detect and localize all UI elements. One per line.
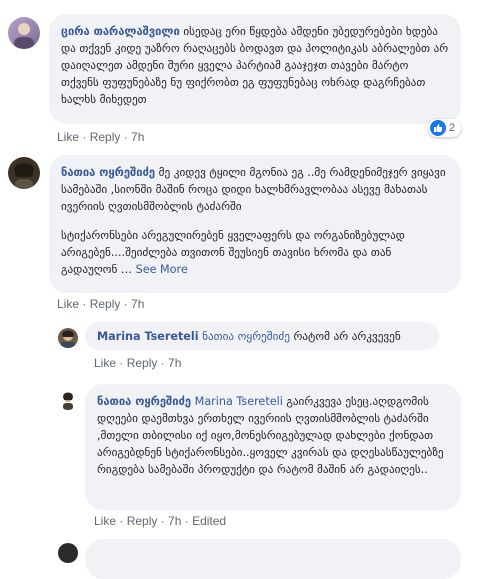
avatar[interactable] bbox=[8, 157, 40, 189]
comment-actions: Like · Reply · 7h bbox=[57, 130, 144, 144]
reply-link[interactable]: Reply bbox=[90, 297, 121, 311]
dot-separator: · bbox=[79, 130, 90, 144]
dot-separator: · bbox=[116, 514, 127, 528]
comment-author[interactable]: Marina Tsereteli bbox=[97, 330, 199, 343]
dot-separator: · bbox=[120, 130, 132, 144]
like-link[interactable]: Like bbox=[57, 297, 79, 311]
comment-time[interactable]: 7h bbox=[131, 130, 144, 144]
like-icon bbox=[430, 120, 446, 136]
avatar-image bbox=[61, 330, 75, 348]
mention-link[interactable]: Marina Tsereteli bbox=[195, 395, 283, 408]
see-more-link[interactable]: See More bbox=[136, 263, 188, 276]
dot-separator: · bbox=[116, 356, 127, 370]
avatar[interactable] bbox=[58, 390, 78, 410]
comment-actions: Like · Reply · 7h bbox=[57, 297, 144, 311]
dot-separator: · bbox=[157, 514, 169, 528]
comment-time[interactable]: 7h bbox=[168, 356, 181, 370]
avatar-image bbox=[14, 23, 34, 49]
comment-bubble: ნათია ოყრეშიძე მე კიდევ ტყილი მგონია ეგ … bbox=[49, 155, 461, 293]
reply-link[interactable]: Reply bbox=[90, 130, 121, 144]
like-link[interactable]: Like bbox=[94, 356, 116, 370]
reaction-count[interactable]: 2 bbox=[428, 119, 462, 137]
reply-bubble: ნათია ოყრეშიძე Marina Tsereteli გაირკვევ… bbox=[85, 384, 461, 510]
comment-actions: Like · Reply · 7h · Edited bbox=[94, 514, 226, 528]
avatar[interactable] bbox=[58, 543, 78, 563]
comment-author[interactable]: ნათია ოყრეშიძე bbox=[61, 166, 155, 179]
comment-time[interactable]: 7h bbox=[168, 514, 181, 528]
reaction-number: 2 bbox=[449, 122, 456, 134]
avatar-image bbox=[14, 163, 34, 189]
dot-separator: · bbox=[120, 297, 132, 311]
comment-body: ცირა თარალაშვილი ისედაც ერი წყდება ამდენ… bbox=[61, 23, 449, 108]
reply-bubble: Marina Tsereteli ნათია ოყრეშიძე რატომ არ… bbox=[85, 322, 439, 350]
dot-separator: · bbox=[157, 356, 169, 370]
reply-link[interactable]: Reply bbox=[127, 514, 158, 528]
avatar-image bbox=[63, 392, 73, 410]
dot-separator: · bbox=[79, 297, 90, 311]
avatar[interactable] bbox=[8, 17, 40, 49]
avatar[interactable] bbox=[58, 328, 78, 348]
like-link[interactable]: Like bbox=[94, 514, 116, 528]
comment-text: სტიქარონსები არეგულირებენ ყველაფერს და ო… bbox=[61, 229, 405, 276]
comment-bubble: ცირა თარალაშვილი ისედაც ერი წყდება ამდენ… bbox=[49, 14, 461, 124]
comment-body-paragraph: სტიქარონსები არეგულირებენ ყველაფერს და ო… bbox=[61, 227, 449, 278]
dot-separator: · bbox=[181, 514, 193, 528]
comment-body: ნათია ოყრეშიძე მე კიდევ ტყილი მგონია ეგ … bbox=[61, 164, 449, 215]
comment-author[interactable]: ნათია ოყრეშიძე bbox=[97, 395, 191, 408]
comment-time[interactable]: 7h bbox=[131, 297, 144, 311]
like-link[interactable]: Like bbox=[57, 130, 79, 144]
comment-text: რატომ არ არკვევენ bbox=[289, 330, 401, 343]
reply-bubble bbox=[85, 539, 461, 579]
comment-author[interactable]: ცირა თარალაშვილი bbox=[61, 25, 180, 38]
comment-actions: Like · Reply · 7h bbox=[94, 356, 181, 370]
mention-link[interactable]: ნათია ოყრეშიძე bbox=[202, 330, 290, 343]
reply-link[interactable]: Reply bbox=[127, 356, 158, 370]
edited-label[interactable]: Edited bbox=[192, 514, 226, 528]
comment-body: Marina Tsereteli ნათია ოყრეშიძე რატომ არ… bbox=[97, 328, 427, 345]
comment-body: ნათია ოყრეშიძე Marina Tsereteli გაირკვევ… bbox=[97, 393, 449, 478]
